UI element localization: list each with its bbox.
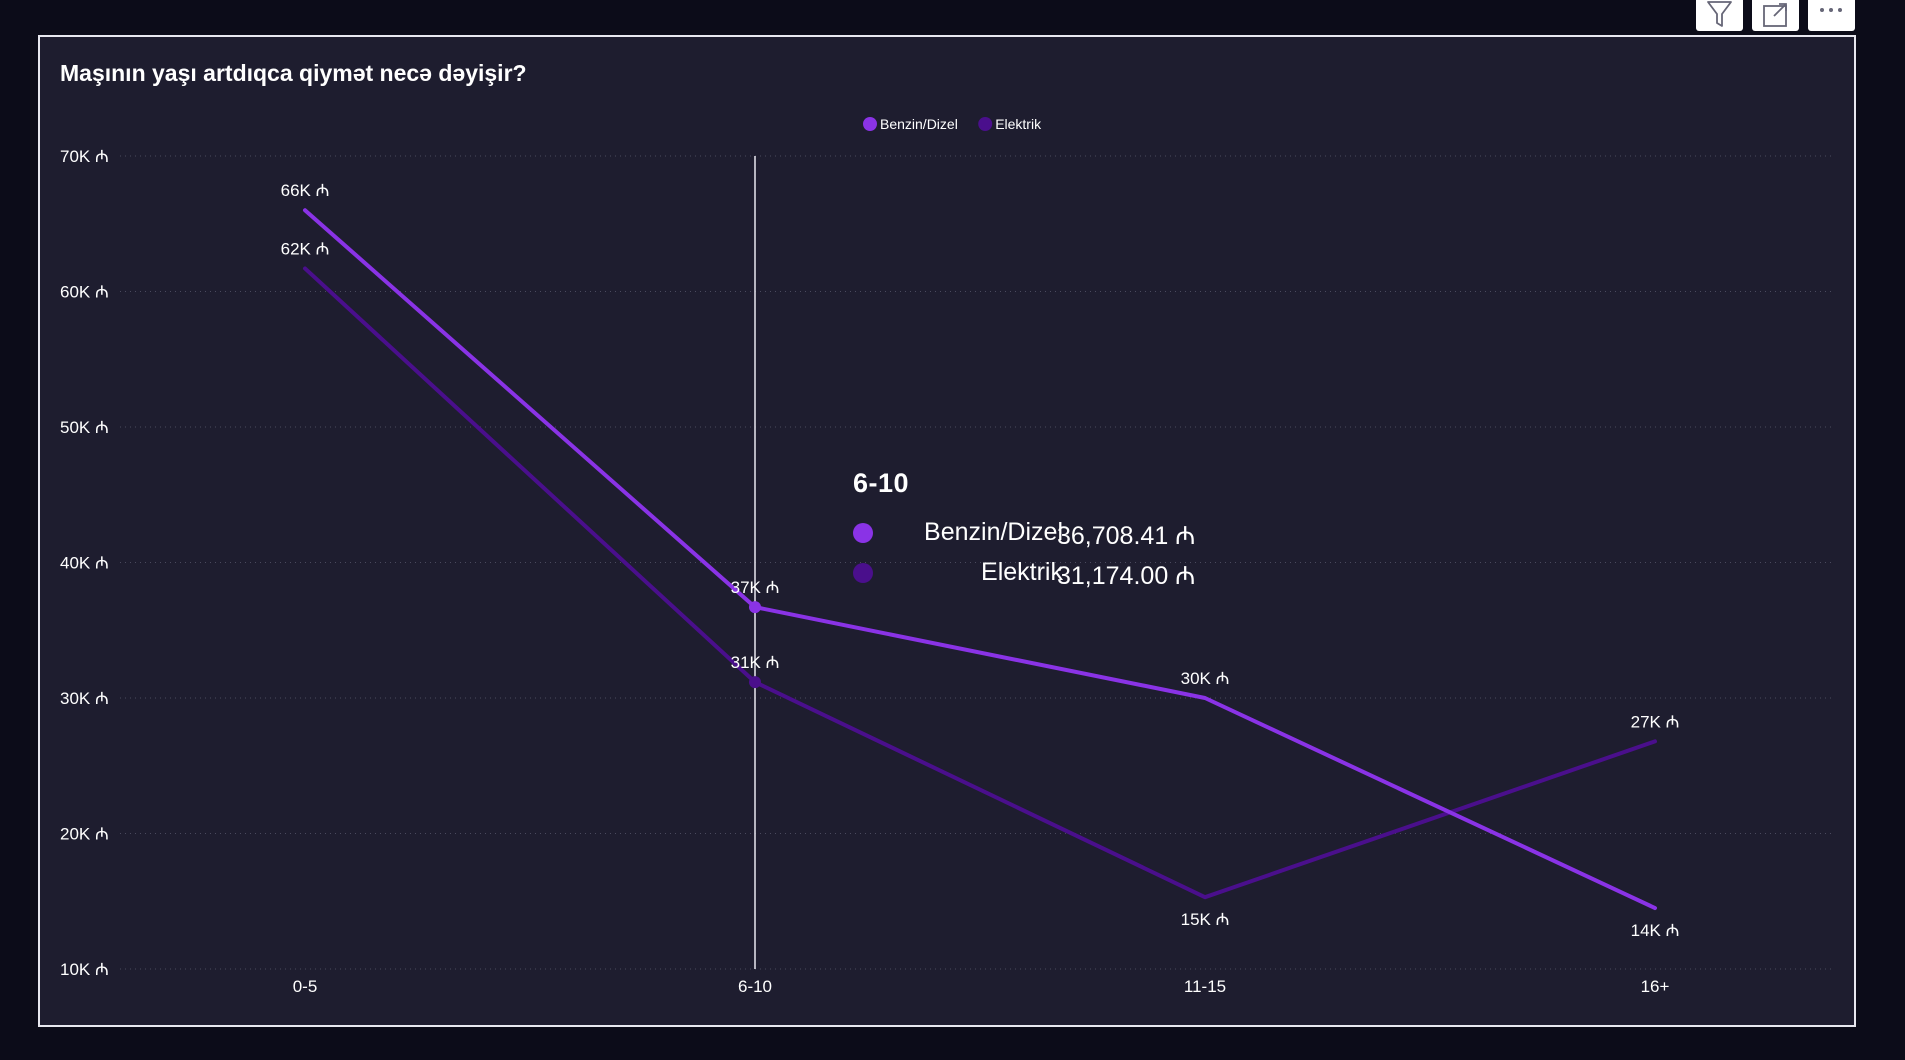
- data-label: 62K ₼: [281, 239, 330, 258]
- report-canvas: Maşının yaşı artdıqca qiymət necə dəyişi…: [0, 0, 1905, 1060]
- y-tick-label: 70K ₼: [60, 147, 109, 166]
- data-label: 15K ₼: [1181, 910, 1230, 929]
- y-tick-label: 30K ₼: [60, 689, 109, 708]
- data-label: 30K ₼: [1181, 669, 1230, 688]
- series-line[interactable]: [303, 208, 1657, 911]
- y-tick-label: 60K ₼: [60, 283, 109, 302]
- x-tick-label: 11-15: [1184, 977, 1226, 996]
- y-tick-label: 40K ₼: [60, 554, 109, 573]
- hover-data-point[interactable]: [749, 676, 761, 689]
- x-tick-label: 16+: [1641, 977, 1670, 996]
- legend-marker-icon: [978, 117, 993, 131]
- data-label: 27K ₼: [1631, 712, 1680, 731]
- legend-marker-icon: [863, 117, 877, 131]
- series-line[interactable]: [303, 266, 1657, 900]
- x-tick-label: 6-10: [738, 977, 772, 996]
- legend-item-label[interactable]: Elektrik: [995, 116, 1042, 132]
- chart-plot[interactable]: 10K ₼ 20K ₼ 30K ₼ 40K ₼ 50K ₼ 60K ₼ 70K ₼ 0-5 6-…: [0, 0, 1905, 1060]
- data-label: 66K ₼: [281, 181, 330, 200]
- data-label: 31K ₼: [731, 653, 780, 672]
- hover-data-point[interactable]: [749, 601, 761, 614]
- y-tick-label: 10K ₼: [60, 960, 109, 979]
- legend-item-label[interactable]: Benzin/Dizel: [880, 116, 958, 132]
- y-tick-label: 50K ₼: [60, 418, 109, 437]
- data-label: 14K ₼: [1631, 921, 1680, 940]
- data-label: 37K ₼: [731, 578, 780, 597]
- y-tick-label: 20K ₼: [60, 825, 109, 844]
- x-tick-label: 0-5: [293, 977, 318, 996]
